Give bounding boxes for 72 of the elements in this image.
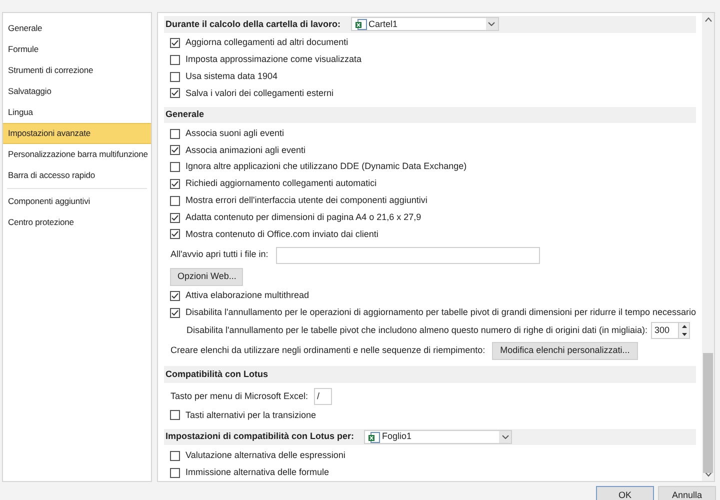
caret-icon bbox=[502, 435, 508, 440]
sidebar-item[interactable]: Strumenti di correzione bbox=[3, 60, 152, 81]
checkbox-label: Immissione alternativa delle formule bbox=[185, 466, 330, 479]
checkbox-label: Salva i valori dei collegamenti esterni bbox=[185, 86, 334, 100]
checkbox-label: Disabilita l'annullamento per le operazioni di aggiornamento per tabelle pivot di grandi dimensioni per ridurre il tempo necessario bbox=[185, 306, 696, 320]
spreadsheet-icon bbox=[354, 18, 367, 30]
spinner-label: Disabilita l'annullamento per le tabelle pivot che includono almeno questo numero di righe di origini dati (in migliaia): bbox=[186, 324, 648, 337]
row-count-spinner[interactable]: 300 bbox=[651, 322, 690, 339]
checkbox[interactable] bbox=[170, 162, 180, 172]
section-title: Durante il calcolo della cartella di lavoro: bbox=[165, 18, 341, 30]
sidebar-item[interactable]: Impostazioni avanzate bbox=[3, 123, 152, 144]
spinner-value: 300 bbox=[653, 324, 670, 337]
section-title: Impostazioni di compatibilità con Lotus per: bbox=[165, 430, 354, 444]
section-title: Generale bbox=[165, 108, 204, 122]
checkbox-label: Mostra contenuto di Office.com inviato dai clienti bbox=[185, 228, 378, 241]
sidebar-item[interactable]: Barra di accesso rapido bbox=[3, 165, 152, 186]
field-label: All'avvio apri tutti i file in: bbox=[170, 248, 268, 262]
dropdown-value: Cartel1 bbox=[368, 18, 399, 30]
checkbox-label: Richiedi aggiornamento collegamenti automatici bbox=[185, 177, 377, 190]
edit-lists-button[interactable]: Modifica elenchi personalizzati... bbox=[492, 342, 638, 360]
checkbox-label: Aggiorna collegamenti ad altri documenti bbox=[185, 36, 348, 50]
sidebar-item[interactable]: Personalizzazione barra multifunzione bbox=[3, 144, 152, 165]
checkbox-label: Attiva elaborazione multithread bbox=[185, 289, 310, 302]
sidebar-item[interactable]: Componenti aggiuntivi bbox=[3, 191, 152, 212]
checkbox[interactable] bbox=[170, 54, 180, 65]
checkbox-label: Imposta approssimazione come visualizzata bbox=[185, 52, 362, 66]
checkbox[interactable] bbox=[170, 128, 180, 139]
scrollbar[interactable] bbox=[702, 13, 714, 481]
checkbox[interactable] bbox=[170, 212, 180, 223]
sidebar-item[interactable]: Salvataggio bbox=[3, 81, 152, 102]
checkbox[interactable] bbox=[170, 308, 180, 318]
dialog-button[interactable]: OK bbox=[596, 486, 654, 500]
checkbox[interactable] bbox=[170, 72, 180, 82]
workbook-dropdown[interactable]: Foglio1 bbox=[364, 430, 512, 444]
dropdown-value: Foglio1 bbox=[382, 430, 413, 444]
decrement-icon[interactable] bbox=[682, 332, 687, 336]
checkbox-label: Adatta contenuto per dimensioni di pagina A4 o 21,6 x 27,9 bbox=[185, 210, 422, 224]
caret-icon bbox=[488, 22, 496, 26]
dialog-button[interactable]: Annulla bbox=[658, 486, 716, 500]
workbook-dropdown[interactable]: Cartel1 bbox=[350, 17, 499, 32]
checkbox-label: Usa sistema data 1904 bbox=[185, 70, 278, 83]
field-label: Tasto per menu di Microsoft Excel: bbox=[170, 390, 308, 404]
scroll-thumb[interactable] bbox=[703, 353, 713, 473]
checkbox-label: Valutazione alternativa delle espressioni bbox=[185, 448, 346, 462]
folder-path-field[interactable] bbox=[276, 246, 540, 264]
spreadsheet-icon bbox=[368, 432, 380, 443]
sidebar-item[interactable]: Lingua bbox=[3, 102, 152, 123]
checkbox-label: Associa animazioni agli eventi bbox=[185, 144, 306, 157]
checkbox-label: Associa suoni agli eventi bbox=[185, 126, 284, 140]
checkbox[interactable] bbox=[170, 229, 180, 240]
option-label: Creare elenchi da utilizzare negli ordinamenti e nelle sequenze di riempimento: bbox=[170, 344, 486, 358]
sidebar-item[interactable]: Centro protezione bbox=[3, 212, 152, 233]
checkbox[interactable] bbox=[170, 468, 180, 478]
checkbox[interactable] bbox=[170, 291, 180, 302]
menu-key-field[interactable]: / bbox=[314, 388, 332, 406]
increment-icon[interactable] bbox=[682, 325, 687, 328]
checkbox[interactable] bbox=[170, 196, 180, 206]
checkbox[interactable] bbox=[170, 88, 180, 98]
checkbox[interactable] bbox=[170, 179, 180, 189]
web-options-button[interactable]: Opzioni Web... bbox=[170, 268, 244, 286]
checkbox-label: Mostra errori dell'interfaccia utente dei componenti aggiuntivi bbox=[185, 194, 428, 208]
scroll-down-icon[interactable] bbox=[704, 472, 712, 477]
checkbox[interactable] bbox=[170, 450, 180, 461]
section-title: Compatibilità con Lotus bbox=[165, 368, 268, 381]
checkbox[interactable] bbox=[170, 38, 180, 48]
checkbox[interactable] bbox=[170, 410, 180, 420]
sidebar-item[interactable]: Formule bbox=[3, 39, 152, 60]
checkbox[interactable] bbox=[170, 145, 180, 156]
sidebar-item[interactable]: Generale bbox=[3, 18, 152, 39]
checkbox-label: Tasti alternativi per la transizione bbox=[185, 408, 316, 422]
scroll-up-icon[interactable] bbox=[704, 17, 712, 22]
checkbox-label: Ignora altre applicazioni che utilizzano DDE (Dynamic Data Exchange) bbox=[185, 160, 467, 174]
